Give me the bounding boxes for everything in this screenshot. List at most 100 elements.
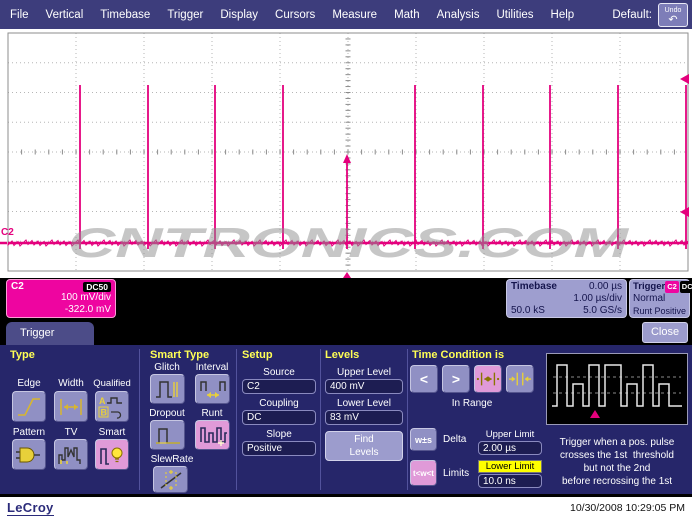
undo-icon: ↶ bbox=[659, 15, 687, 26]
smart-trigger-button[interactable] bbox=[95, 439, 129, 470]
trigger-level-marker[interactable] bbox=[680, 207, 689, 217]
menu-vertical[interactable]: Vertical bbox=[46, 9, 84, 21]
oscilloscope-screen: File Vertical Timebase Trigger Display C… bbox=[0, 0, 692, 519]
separator bbox=[236, 349, 237, 490]
c2-name: C2 bbox=[11, 281, 24, 292]
lower-limit-label[interactable]: Lower Limit bbox=[478, 460, 542, 473]
pattern-trigger-button[interactable] bbox=[12, 439, 46, 470]
levels-section-label: Levels bbox=[325, 349, 359, 361]
trigger-level-marker[interactable] bbox=[680, 74, 689, 84]
datetime-text: 10/30/2008 10:29:05 PM bbox=[570, 502, 685, 514]
glitch-icon bbox=[154, 377, 182, 401]
undo-button[interactable]: Undo ↶ bbox=[658, 3, 688, 27]
waveform-grid[interactable]: CNTRONICS.COMC2 bbox=[0, 29, 692, 278]
limits-button[interactable]: t<w<t bbox=[410, 460, 437, 486]
in-range-icon bbox=[475, 368, 501, 390]
width-icon bbox=[57, 395, 85, 419]
width-label: Width bbox=[51, 378, 91, 389]
svg-text:A: A bbox=[99, 396, 106, 406]
slewrate-icon bbox=[157, 469, 185, 491]
dropout-button[interactable] bbox=[150, 420, 185, 450]
menu-utilities[interactable]: Utilities bbox=[496, 9, 533, 21]
timebase-descriptor[interactable]: Timebase 0.00 µs 1.00 µs/div 50.0 kS 5.0… bbox=[506, 279, 627, 318]
runt-button[interactable] bbox=[195, 420, 230, 450]
trigger-descriptor[interactable]: Trigger C2 DC Normal Runt Positive bbox=[629, 279, 690, 318]
edge-label: Edge bbox=[9, 378, 49, 389]
coupling-field[interactable]: DC bbox=[242, 410, 316, 425]
smart-icon bbox=[98, 443, 126, 467]
separator bbox=[407, 349, 408, 490]
scope-display[interactable]: CNTRONICS.COMC2 bbox=[0, 29, 692, 278]
menu-timebase[interactable]: Timebase bbox=[100, 9, 150, 21]
c2-volts-per-div: 100 mV/div bbox=[11, 292, 111, 304]
find-levels-button[interactable]: Find Levels bbox=[325, 431, 403, 461]
tv-icon bbox=[57, 443, 85, 467]
glitch-label: Glitch bbox=[145, 362, 189, 373]
watermark-text: CNTRONICS.COM bbox=[68, 219, 630, 266]
trigger-description-line: crosses the 1st threshold bbox=[544, 450, 690, 461]
timebase-delay: 0.00 µs bbox=[589, 281, 622, 293]
upper-level-field[interactable]: 400 mV bbox=[325, 379, 403, 394]
menu-cursors[interactable]: Cursors bbox=[275, 9, 315, 21]
smart-type-section-label: Smart Type bbox=[150, 349, 209, 361]
menu-analysis[interactable]: Analysis bbox=[437, 9, 480, 21]
menu-file[interactable]: File bbox=[10, 9, 29, 21]
menu-bar: File Vertical Timebase Trigger Display C… bbox=[0, 0, 692, 29]
delta-button[interactable]: w±s bbox=[410, 428, 437, 451]
source-field[interactable]: C2 bbox=[242, 379, 316, 394]
setup-section-label: Setup bbox=[242, 349, 273, 361]
coupling-label: Coupling bbox=[242, 398, 316, 409]
qualified-trigger-button[interactable]: A B bbox=[95, 391, 129, 422]
width-trigger-button[interactable] bbox=[54, 391, 88, 422]
menu-measure[interactable]: Measure bbox=[332, 9, 377, 21]
trigger-mode: Normal bbox=[633, 293, 665, 305]
interval-label: Interval bbox=[190, 362, 234, 373]
type-section-label: Type bbox=[10, 349, 35, 361]
source-label: Source bbox=[242, 367, 316, 378]
dropout-label: Dropout bbox=[145, 408, 189, 419]
lower-level-field[interactable]: 83 mV bbox=[325, 410, 403, 425]
pattern-label: Pattern bbox=[9, 427, 49, 438]
slope-label: Slope bbox=[242, 429, 316, 440]
slope-field[interactable]: Positive bbox=[242, 441, 316, 456]
edge-trigger-button[interactable] bbox=[12, 391, 46, 422]
trigger-dialog: Trigger Close Type Edge Width Qualified bbox=[0, 320, 692, 494]
lower-level-label: Lower Level bbox=[325, 398, 403, 409]
timebase-samples: 50.0 kS bbox=[511, 305, 545, 317]
slewrate-button[interactable] bbox=[153, 466, 188, 493]
out-of-range-icon bbox=[507, 368, 533, 390]
upper-limit-field[interactable]: 2.00 µs bbox=[478, 441, 542, 455]
trigger-description-line: Trigger when a pos. pulse bbox=[544, 437, 690, 448]
lecroy-logo: LeCroy bbox=[7, 500, 54, 516]
lower-limit-field[interactable]: 10.0 ns bbox=[478, 474, 542, 488]
glitch-button[interactable] bbox=[150, 374, 185, 404]
tab-trigger[interactable]: Trigger bbox=[6, 322, 94, 345]
menu-display[interactable]: Display bbox=[220, 9, 258, 21]
menu-help[interactable]: Help bbox=[551, 9, 575, 21]
qualified-icon: A B bbox=[98, 395, 126, 419]
slewrate-label: SlewRate bbox=[145, 454, 199, 465]
out-of-range-button[interactable] bbox=[506, 365, 534, 393]
smart-label: Smart bbox=[92, 427, 132, 438]
status-bar: LeCroy 10/30/2008 10:29:05 PM bbox=[0, 494, 692, 519]
svg-text:B: B bbox=[101, 407, 108, 417]
close-button[interactable]: Close bbox=[642, 322, 688, 343]
trigger-slope: Positive bbox=[654, 305, 686, 317]
menu-math[interactable]: Math bbox=[394, 9, 420, 21]
runt-diagram bbox=[547, 354, 687, 424]
default-label: Default: bbox=[612, 9, 652, 21]
tv-trigger-button[interactable] bbox=[54, 439, 88, 470]
menu-trigger[interactable]: Trigger bbox=[167, 9, 203, 21]
interval-button[interactable] bbox=[195, 374, 230, 404]
c2-coupling-badge: DC50 bbox=[83, 282, 111, 292]
trigger-coupling-badge: DC bbox=[680, 281, 692, 293]
qualified-label: Qualified bbox=[86, 378, 138, 389]
greater-than-button[interactable]: > bbox=[442, 365, 470, 393]
channel-c2-descriptor[interactable]: C2 DC50 100 mV/div -322.0 mV bbox=[6, 279, 116, 318]
in-range-button[interactable] bbox=[474, 365, 502, 393]
timebase-title: Timebase bbox=[511, 281, 557, 293]
limits-label: Limits bbox=[443, 468, 469, 479]
runt-icon bbox=[199, 423, 227, 447]
time-condition-label: Time Condition is bbox=[412, 349, 504, 361]
less-than-button[interactable]: < bbox=[410, 365, 438, 393]
